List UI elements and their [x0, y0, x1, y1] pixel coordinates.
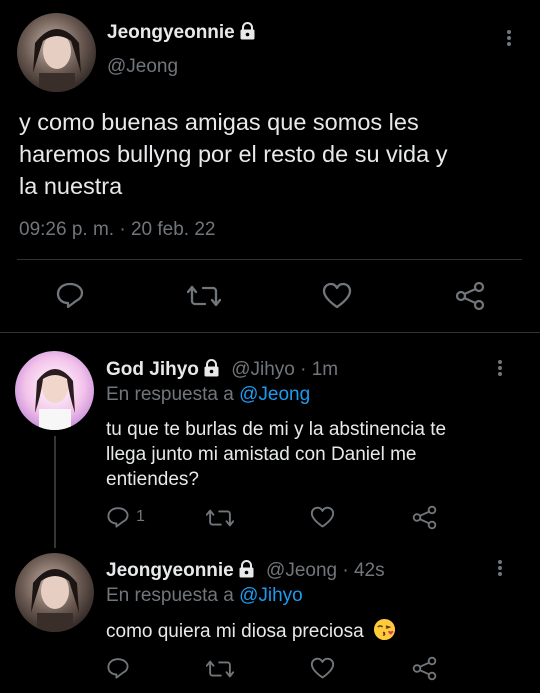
replying-to: En respuesta a @Jeong [106, 384, 311, 405]
author-avatar[interactable] [17, 13, 96, 92]
kissing-face-emoji [373, 618, 396, 641]
reply-text: tu que te burlas de mi y la abstinencia … [106, 419, 447, 490]
like-icon[interactable] [322, 282, 352, 310]
retweet-icon[interactable] [206, 507, 234, 529]
divider [0, 332, 540, 333]
mention-link[interactable]: @Jihyo [239, 585, 303, 606]
more-icon[interactable] [495, 558, 505, 578]
reply-header: God Jihyo @Jihyo · 1m [106, 359, 338, 383]
reply-handle[interactable]: @Jeong [266, 560, 337, 581]
author-handle[interactable]: @Jeong [107, 56, 178, 78]
share-icon[interactable] [412, 505, 437, 530]
reply-button[interactable]: 1 [106, 505, 145, 529]
reply-display-name[interactable]: God Jihyo [106, 359, 199, 380]
thread-line [54, 436, 56, 548]
tweet-text: y como buenas amigas que somos les harem… [19, 109, 448, 199]
tweet-timestamp[interactable]: 09:26 p. m. · 20 feb. 22 [19, 219, 215, 241]
reply-header: Jeongyeonnie @Jeong · 42s [106, 560, 385, 584]
reply-icon[interactable] [55, 281, 85, 309]
author-display-name[interactable]: Jeongyeonnie [107, 22, 256, 46]
like-icon[interactable] [310, 657, 335, 680]
reply-icon [106, 505, 130, 529]
reply-time[interactable]: · 42s [342, 560, 384, 581]
reply-count: 1 [136, 508, 145, 525]
more-icon[interactable] [504, 28, 514, 48]
retweet-icon[interactable] [206, 658, 234, 680]
reply-time[interactable]: · 1m [300, 359, 338, 380]
avatar-image [31, 569, 79, 632]
avatar-image [35, 369, 75, 430]
share-icon[interactable] [412, 656, 437, 681]
mention-link[interactable]: @Jeong [239, 384, 310, 405]
reply-text: como quiera mi diosa preciosa [106, 618, 396, 643]
reply-avatar[interactable] [15, 553, 94, 632]
lock-icon [239, 22, 256, 46]
share-icon[interactable] [455, 281, 485, 311]
like-icon[interactable] [310, 506, 335, 529]
avatar-image [33, 29, 81, 92]
divider [17, 259, 522, 260]
reply-handle[interactable]: @Jihyo [231, 359, 295, 380]
more-icon[interactable] [495, 358, 505, 378]
reply-icon[interactable] [106, 656, 130, 680]
reply-avatar[interactable] [15, 351, 94, 430]
lock-icon [203, 359, 220, 383]
reply-display-name[interactable]: Jeongyeonnie [106, 560, 234, 581]
lock-icon [238, 560, 255, 584]
replying-to: En respuesta a @Jihyo [106, 585, 303, 606]
retweet-icon[interactable] [187, 283, 221, 309]
